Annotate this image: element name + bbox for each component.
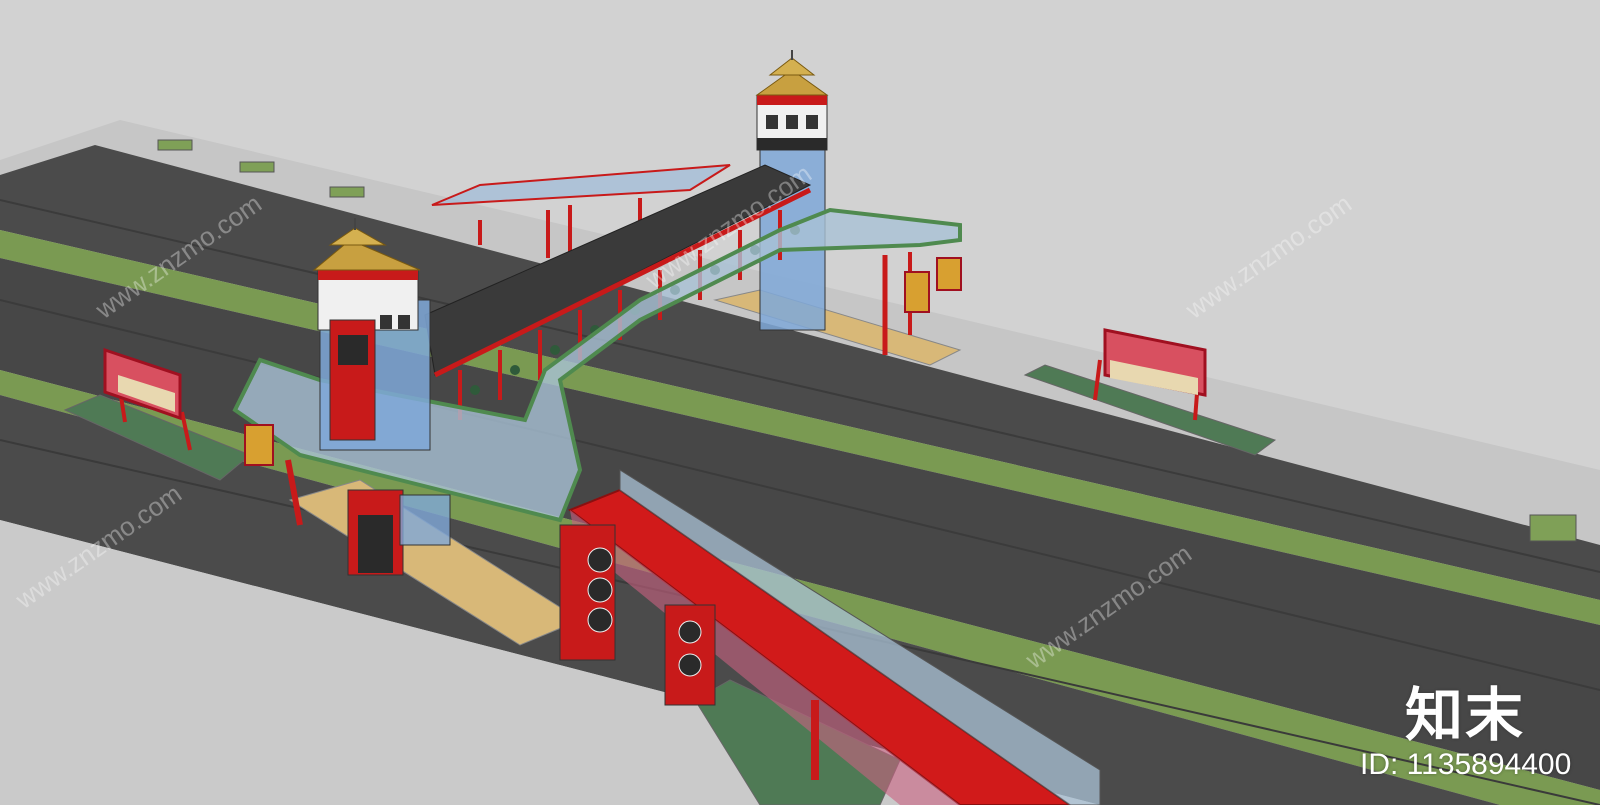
watermark-logo: 知末: [1405, 681, 1526, 749]
tree-pit: [1529, 514, 1577, 542]
tree-pit: [239, 161, 275, 173]
tree-pit: [329, 186, 365, 198]
tree-pit: [157, 139, 193, 151]
watermark-id: ID: 1135894400: [1360, 748, 1572, 781]
bridge-scene: [0, 0, 1600, 805]
